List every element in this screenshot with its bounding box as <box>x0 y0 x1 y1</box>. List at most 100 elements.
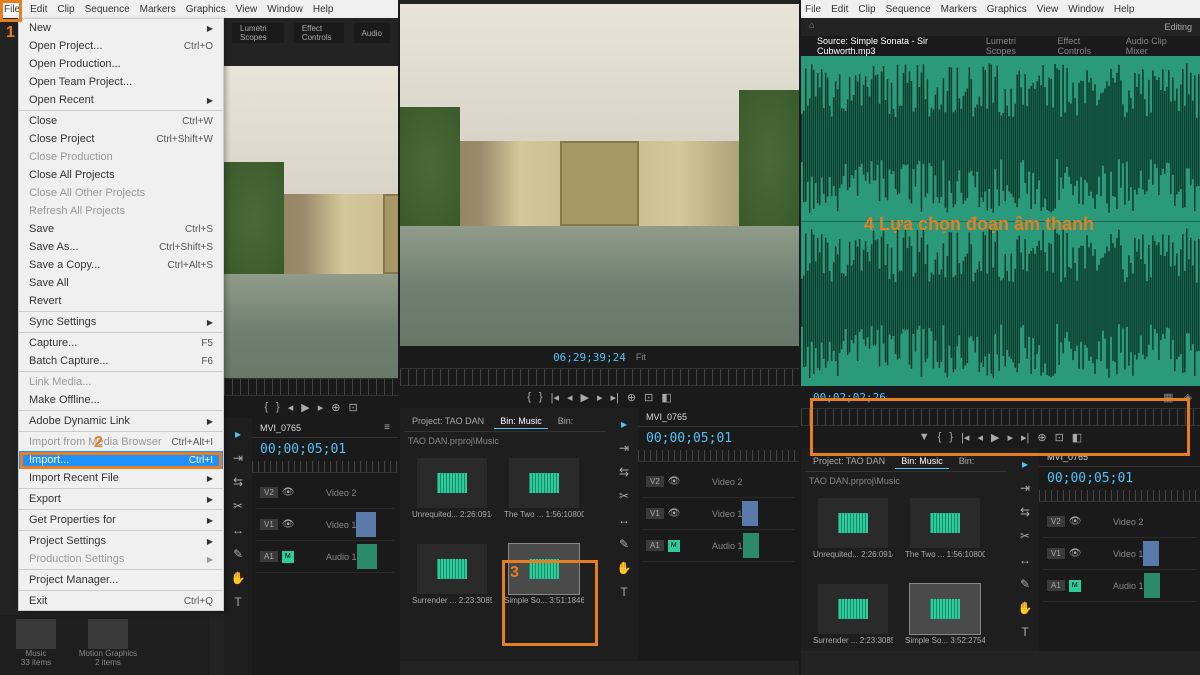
workspace-label[interactable]: Editing <box>1164 22 1192 32</box>
effect-tab[interactable]: Effect Controls <box>1049 34 1117 58</box>
menu-window[interactable]: Window <box>1068 4 1104 15</box>
goto-in-icon[interactable]: |◂ <box>551 391 559 404</box>
overwrite-icon[interactable]: ⊡ <box>644 391 653 404</box>
sequence-name[interactable]: MVI_0765 <box>260 423 301 433</box>
slip-icon[interactable]: ↔ <box>616 512 632 528</box>
step-fwd-icon[interactable]: ▸ <box>1007 431 1013 444</box>
audio-bin-item[interactable]: The Two ... 1:56:10800 <box>504 458 584 532</box>
ripple-icon[interactable]: ⇆ <box>616 464 632 480</box>
menu-item-close-project[interactable]: Close ProjectCtrl+Shift+W <box>19 130 223 148</box>
razor-icon[interactable]: ✂ <box>230 498 246 514</box>
fit-dropdown[interactable]: Fit <box>636 352 646 362</box>
menu-file[interactable]: File <box>805 4 821 15</box>
goto-out-icon[interactable]: ▸| <box>611 391 619 404</box>
menu-item-adobe-dynamic-link[interactable]: Adobe Dynamic Link▶ <box>19 412 223 430</box>
menu-item-batch-capture-[interactable]: Batch Capture...F6 <box>19 352 223 370</box>
mark-out-icon[interactable]: } <box>949 431 953 443</box>
mark-in-icon[interactable]: { <box>938 431 942 443</box>
audio-bin-item[interactable]: Simple So... 3:51:18468 <box>504 544 584 618</box>
hand-icon[interactable]: ✋ <box>230 570 246 586</box>
step-back-icon[interactable]: ◂ <box>288 401 294 414</box>
play-icon[interactable]: ▶ <box>581 391 589 404</box>
step-fwd-icon[interactable]: ▸ <box>597 391 603 404</box>
hand-icon[interactable]: ✋ <box>616 560 632 576</box>
audio-bin-item[interactable]: The Two ... 1:56:10800 <box>905 498 985 572</box>
pen-icon[interactable]: ✎ <box>230 546 246 562</box>
sequence-name-3[interactable]: MVI_0765 <box>1047 452 1088 462</box>
menu-item-open-recent[interactable]: Open Recent▶ <box>19 91 223 109</box>
goto-out-icon[interactable]: ▸| <box>1021 431 1029 444</box>
audio-bin-item[interactable]: Unrequited... 2:26:09144 <box>412 458 492 532</box>
menu-item-get-properties-for[interactable]: Get Properties for▶ <box>19 511 223 529</box>
menu-help[interactable]: Help <box>1114 4 1135 15</box>
pen-icon[interactable]: ✎ <box>1017 576 1033 592</box>
track-select-icon[interactable]: ⇥ <box>616 440 632 456</box>
home-icon[interactable]: ⌂ <box>809 20 823 34</box>
menu-item-import-[interactable]: Import...Ctrl+I <box>19 451 223 469</box>
mark-in-icon[interactable]: { <box>527 391 531 403</box>
type-icon[interactable]: T <box>230 594 246 610</box>
play-icon[interactable]: ▶ <box>991 431 999 444</box>
step-back-icon[interactable]: ◂ <box>977 431 983 444</box>
menu-item-save-all[interactable]: Save All <box>19 274 223 292</box>
type-icon[interactable]: T <box>1017 624 1033 640</box>
razor-icon[interactable]: ✂ <box>616 488 632 504</box>
bin-tab-3[interactable]: Bin: <box>953 454 981 469</box>
waveform-display[interactable] <box>801 56 1200 386</box>
bin-music-tab-3[interactable]: Bin: Music <box>895 454 949 469</box>
type-icon[interactable]: T <box>616 584 632 600</box>
timeline-timecode-3[interactable]: 00;00;05;01 <box>1039 467 1200 490</box>
menu-item-exit[interactable]: ExitCtrl+Q <box>19 592 223 610</box>
export-frame-icon[interactable]: ◧ <box>1072 431 1082 444</box>
menu-edit[interactable]: Edit <box>831 4 848 15</box>
menu-markers[interactable]: Markers <box>140 4 176 15</box>
menu-item-import-recent-file[interactable]: Import Recent File▶ <box>19 469 223 487</box>
audio-bin-item[interactable]: Surrender ... 2:23:30852 <box>813 584 893 658</box>
ripple-icon[interactable]: ⇆ <box>230 474 246 490</box>
razor-icon[interactable]: ✂ <box>1017 528 1033 544</box>
slip-icon[interactable]: ↔ <box>1017 552 1033 568</box>
bin-music[interactable]: Music 33 items <box>4 619 68 669</box>
ruler-2[interactable] <box>400 368 799 386</box>
effect-tab[interactable]: Effect Controls <box>294 23 344 43</box>
pen-icon[interactable]: ✎ <box>616 536 632 552</box>
menu-item-export[interactable]: Export▶ <box>19 490 223 508</box>
menu-item-save[interactable]: SaveCtrl+S <box>19 220 223 238</box>
menu-sequence[interactable]: Sequence <box>85 4 130 15</box>
menu-item-project-settings[interactable]: Project Settings▶ <box>19 532 223 550</box>
menu-item-open-production-[interactable]: Open Production... <box>19 55 223 73</box>
selection-tool-icon[interactable]: ▸ <box>1017 456 1033 472</box>
selection-tool-icon[interactable]: ▸ <box>616 416 632 432</box>
menu-item-project-manager-[interactable]: Project Manager... <box>19 571 223 589</box>
insert-icon[interactable]: ⊕ <box>627 391 636 404</box>
menu-item-new[interactable]: New▶ <box>19 19 223 37</box>
audio-bin-item[interactable]: Surrender ... 2:23:30852 <box>412 544 492 618</box>
menu-item-save-as-[interactable]: Save As...Ctrl+Shift+S <box>19 238 223 256</box>
mark-in-icon[interactable]: { <box>264 401 268 413</box>
mark-out-icon[interactable]: } <box>276 401 280 413</box>
menu-item-close-all-projects[interactable]: Close All Projects <box>19 166 223 184</box>
play-icon[interactable]: ▶ <box>301 401 309 414</box>
step-back-icon[interactable]: ◂ <box>567 391 573 404</box>
menu-view[interactable]: View <box>236 4 258 15</box>
track-v1-label[interactable]: V1 <box>260 519 278 530</box>
overwrite-icon[interactable]: ⊡ <box>1055 431 1064 444</box>
track-a1-label[interactable]: A1 <box>260 551 278 562</box>
slip-icon[interactable]: ↔ <box>230 522 246 538</box>
hand-icon[interactable]: ✋ <box>1017 600 1033 616</box>
timeline-timecode-2[interactable]: 00;00;05;01 <box>638 427 799 450</box>
audio-mixer-tab[interactable]: Audio Clip Mixer <box>1118 34 1192 58</box>
project-tab[interactable]: Project: TAO DAN <box>406 414 490 429</box>
menu-graphics[interactable]: Graphics <box>186 4 226 15</box>
insert-icon[interactable]: ⊕ <box>1037 431 1046 444</box>
menu-sequence[interactable]: Sequence <box>886 4 931 15</box>
overwrite-icon[interactable]: ⊡ <box>348 401 357 414</box>
selection-tool-icon[interactable]: ▸ <box>230 426 246 442</box>
menu-item-save-a-copy-[interactable]: Save a Copy...Ctrl+Alt+S <box>19 256 223 274</box>
ruler-3[interactable] <box>801 408 1200 426</box>
menu-clip[interactable]: Clip <box>57 4 74 15</box>
project-tab-3[interactable]: Project: TAO DAN <box>807 454 891 469</box>
menu-edit[interactable]: Edit <box>30 4 47 15</box>
bin-tab[interactable]: Bin: <box>552 414 580 429</box>
source-timecode-2[interactable]: 06;29;39;24 <box>553 351 626 364</box>
